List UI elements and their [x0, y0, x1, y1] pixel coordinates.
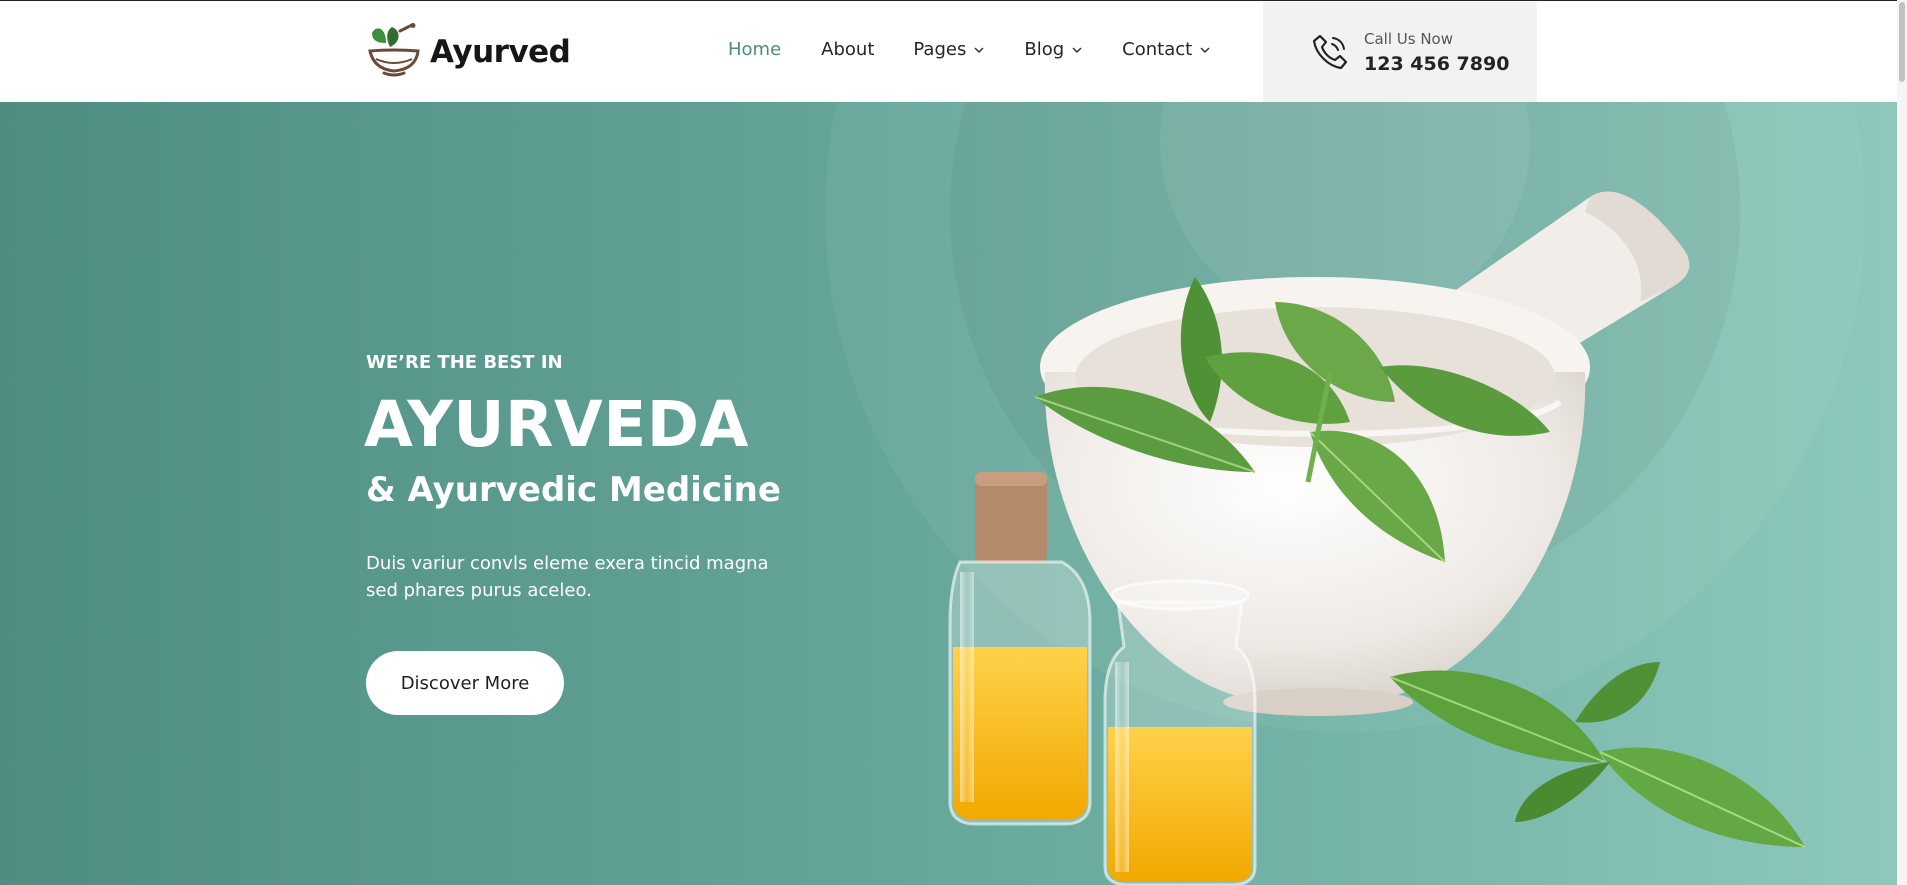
nav-item-label: About: [821, 39, 875, 60]
nav-item-home[interactable]: Home: [728, 39, 781, 60]
nav-item-label: Blog: [1024, 39, 1065, 60]
mortar-leaves-logo-icon: [368, 23, 420, 77]
chevron-down-icon: [974, 46, 984, 53]
nav-item-blog[interactable]: Blog: [1024, 39, 1082, 60]
hero-product-illustration: [825, 102, 1865, 885]
nav-item-label: Home: [728, 39, 782, 60]
scrollbar-thumb[interactable]: [1899, 2, 1905, 82]
main-nav: Home About Pages Blog Contact: [728, 39, 1210, 60]
site-header: Ayurved Home About Pages Blog Contact Ca…: [0, 0, 1907, 103]
hero-eyebrow: WE’RE THE BEST IN: [366, 352, 563, 373]
hero-subtitle: & Ayurvedic Medicine: [366, 470, 781, 510]
nav-item-pages[interactable]: Pages: [913, 39, 984, 60]
discover-more-button[interactable]: Discover More: [366, 651, 564, 715]
phone-icon: [1312, 34, 1348, 70]
call-label: Call Us Now: [1364, 30, 1453, 48]
nav-item-label: Pages: [913, 39, 967, 60]
call-number[interactable]: 123 456 7890: [1364, 53, 1509, 75]
chevron-down-icon: [1200, 46, 1210, 53]
hero-description: Duis variur convls eleme exera tincid ma…: [366, 553, 769, 601]
hero-title: AYURVEDA: [364, 388, 749, 461]
brand-logo[interactable]: Ayurved: [366, 23, 571, 81]
nav-item-label: Contact: [1122, 39, 1193, 60]
chevron-down-icon: [1072, 46, 1082, 53]
nav-item-about[interactable]: About: [821, 39, 874, 60]
page-scrollbar[interactable]: [1897, 0, 1907, 885]
nav-item-contact[interactable]: Contact: [1122, 39, 1210, 60]
brand-name: Ayurved: [430, 34, 571, 70]
call-us-box[interactable]: Call Us Now 123 456 7890: [1263, 2, 1537, 103]
hero-section: WE’RE THE BEST IN AYURVEDA & Ayurvedic M…: [0, 102, 1897, 885]
